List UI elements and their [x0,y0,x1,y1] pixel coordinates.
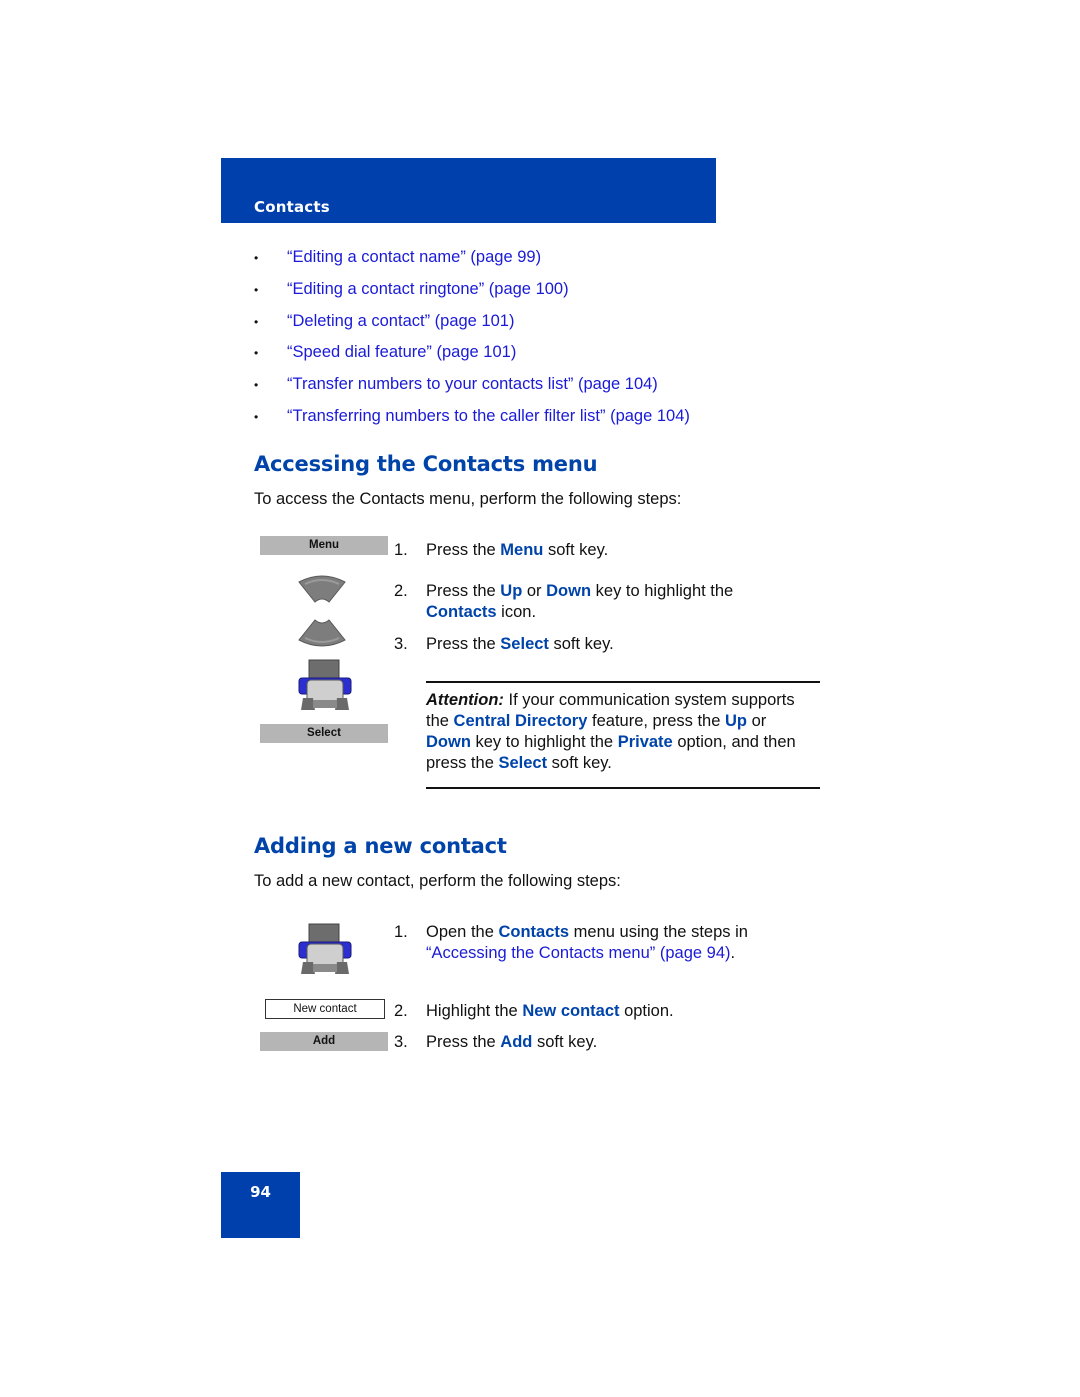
link-editing-contact-name[interactable]: “Editing a contact name” (page 99) [287,248,541,267]
keyword-down: Down [546,582,592,600]
list-item: • “Editing a contact ringtone” (page 100) [254,280,690,312]
add-softkey: Add [260,1032,388,1051]
attention-bottom-rule [426,787,820,789]
bullet-icon: • [254,409,259,424]
attention-top-rule [426,681,820,683]
link-transfer-numbers-contacts[interactable]: “Transfer numbers to your contacts list”… [287,375,658,394]
section-title: Contacts [254,198,330,216]
link-deleting-contact[interactable]: “Deleting a contact” (page 101) [287,312,514,331]
related-links-list: • “Editing a contact name” (page 99) • “Ed… [254,248,690,439]
intro-accessing: To access the Contacts menu, perform the… [254,490,682,508]
link-editing-contact-ringtone[interactable]: “Editing a contact ringtone” (page 100) [287,280,569,299]
link-transfer-numbers-filter[interactable]: “Transferring numbers to the caller filt… [287,407,690,426]
bullet-icon: • [254,346,259,361]
attention-note: Attention: If your communication system … [426,691,796,772]
page-number: 94 [250,1183,271,1201]
keyword-up: Up [500,582,523,600]
down-key-icon [298,619,346,647]
up-key-icon [298,575,346,603]
attention-label: Attention: [426,691,504,709]
keyword-menu: Menu [500,541,544,559]
select-softkey: Select [260,724,388,743]
contacts-icon [298,923,352,974]
list-item: • “Transfer numbers to your contacts list… [254,375,690,407]
list-item: • “Deleting a contact” (page 101) [254,312,690,344]
bullet-icon: • [254,282,259,297]
bullet-icon: • [254,378,259,393]
menu-softkey: Menu [260,536,388,555]
intro-adding: To add a new contact, perform the follow… [254,872,621,890]
heading-adding-new-contact: Adding a new contact [254,834,507,858]
link-speed-dial[interactable]: “Speed dial feature” (page 101) [287,343,516,362]
list-item: • “Editing a contact name” (page 99) [254,248,690,280]
new-contact-option: New contact [265,999,385,1019]
contacts-icon [298,659,352,710]
list-item: • “Transferring numbers to the caller fil… [254,407,690,439]
page-number-box: 94 [221,1172,300,1238]
chapter-header-bar: Contacts [221,158,716,223]
heading-accessing-contacts-menu: Accessing the Contacts menu [254,452,598,476]
keyword-contacts: Contacts [426,603,497,621]
bullet-icon: • [254,251,259,265]
link-accessing-contacts-menu[interactable]: “Accessing the Contacts menu” (page 94) [426,944,731,962]
bullet-icon: • [254,314,259,329]
list-item: • “Speed dial feature” (page 101) [254,343,690,375]
keyword-select: Select [500,635,549,653]
